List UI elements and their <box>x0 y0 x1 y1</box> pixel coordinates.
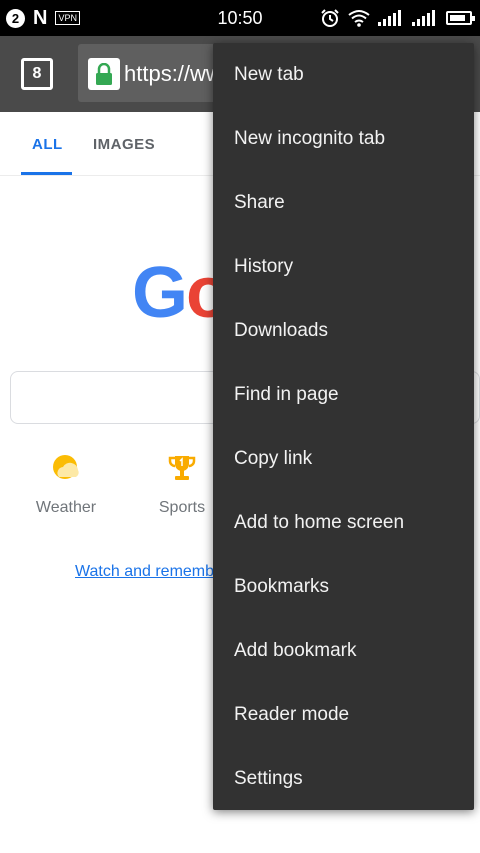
overflow-menu: New tab New incognito tab Share History … <box>213 43 474 810</box>
menu-item-bookmarks[interactable]: Bookmarks <box>213 555 474 619</box>
menu-item-settings[interactable]: Settings <box>213 747 474 811</box>
weather-label: Weather <box>35 499 97 516</box>
menu-item-add-bookmark[interactable]: Add bookmark <box>213 619 474 683</box>
menu-item-new-tab[interactable]: New tab <box>213 43 474 107</box>
menu-item-history[interactable]: History <box>213 235 474 299</box>
menu-item-downloads[interactable]: Downloads <box>213 299 474 363</box>
wifi-icon <box>348 9 370 27</box>
weather-shortcut[interactable]: Weather <box>16 452 116 517</box>
tab-switcher-button[interactable]: 8 <box>21 58 53 90</box>
active-tab-indicator <box>21 172 72 175</box>
menu-item-new-incognito-tab[interactable]: New incognito tab <box>213 107 474 171</box>
tab-all[interactable]: ALL <box>32 136 63 153</box>
menu-item-copy-link[interactable]: Copy link <box>213 427 474 491</box>
battery-icon <box>446 11 475 25</box>
menu-item-share[interactable]: Share <box>213 171 474 235</box>
status-bar: 2 N VPN 10:50 <box>0 0 480 36</box>
status-bar-right <box>320 7 475 29</box>
tab-images[interactable]: IMAGES <box>93 136 155 153</box>
signal-icon <box>378 10 404 26</box>
signal-icon <box>412 10 438 26</box>
trophy-icon <box>168 456 196 480</box>
alarm-icon <box>320 8 340 28</box>
battery-level <box>450 15 465 21</box>
menu-item-add-to-home-screen[interactable]: Add to home screen <box>213 491 474 555</box>
logo-letter-g: G <box>132 253 188 333</box>
promo-link[interactable]: Watch and remember <box>75 563 228 581</box>
weather-sun-cloud-icon <box>53 455 79 479</box>
menu-item-reader-mode[interactable]: Reader mode <box>213 683 474 747</box>
menu-item-find-in-page[interactable]: Find in page <box>213 363 474 427</box>
lock-icon[interactable] <box>88 58 120 90</box>
